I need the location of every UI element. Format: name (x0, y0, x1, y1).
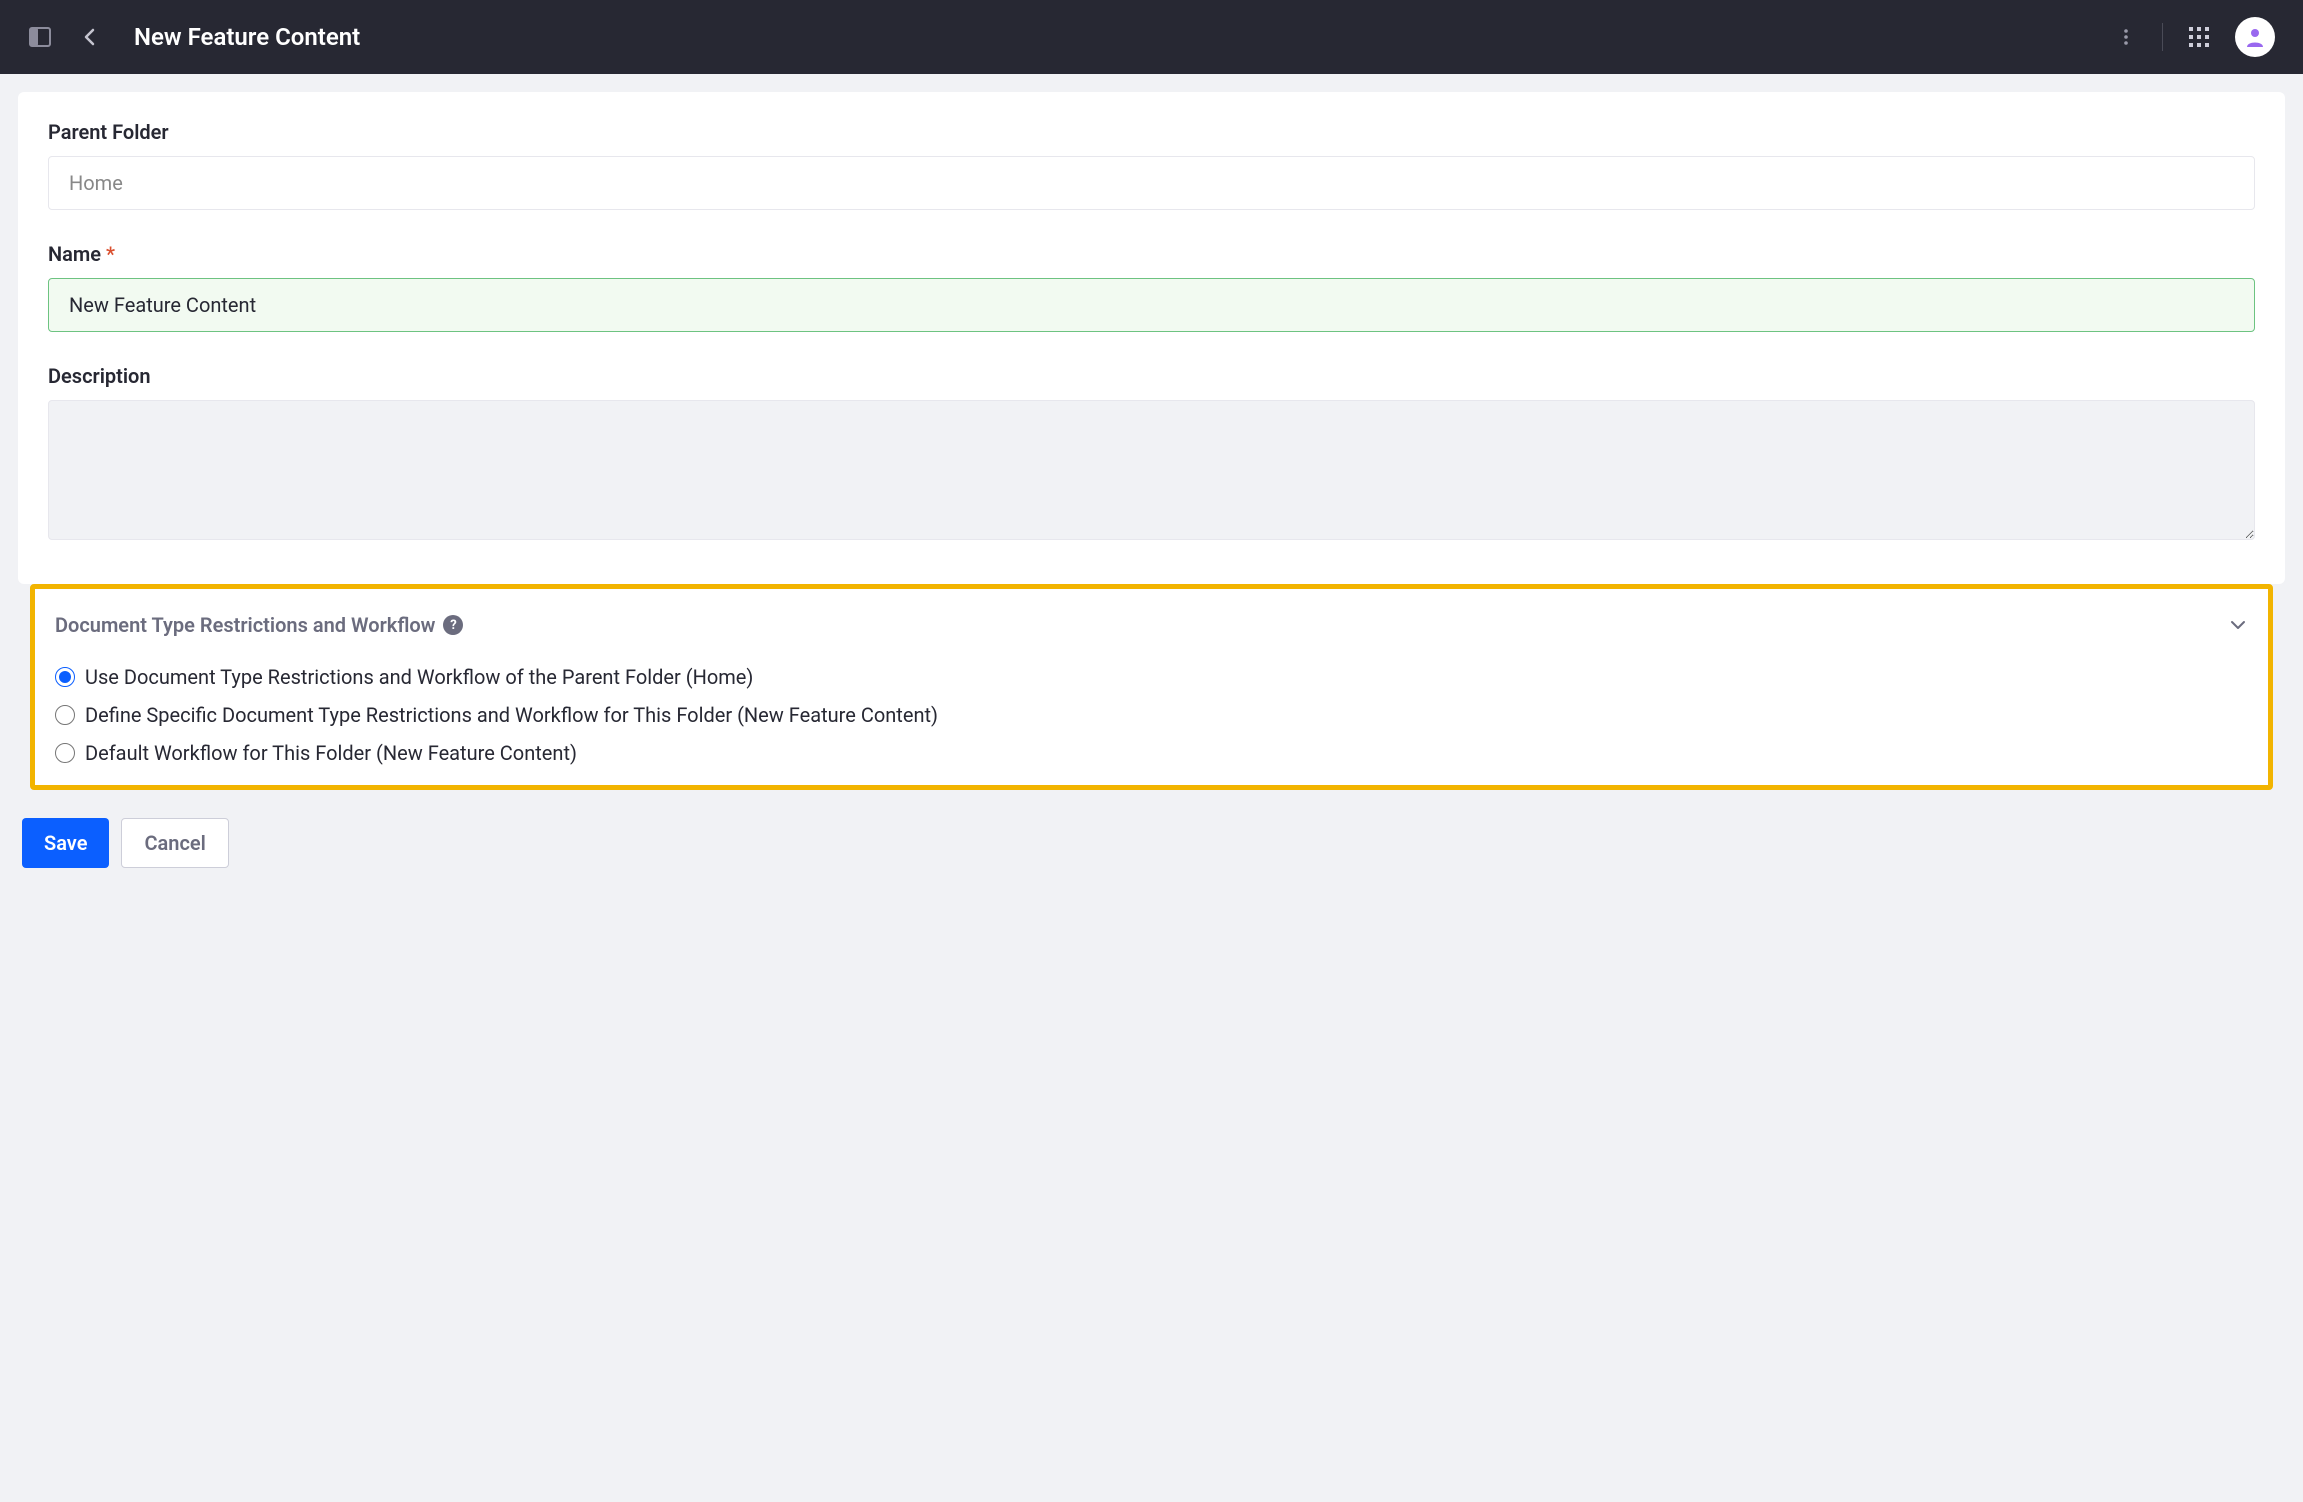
vertical-dots-icon (2116, 27, 2136, 47)
radio-label-parent: Use Document Type Restrictions and Workf… (85, 665, 753, 689)
radio-option-parent[interactable]: Use Document Type Restrictions and Workf… (55, 665, 2248, 689)
content-area: Parent Folder Home Name * Description Do… (0, 74, 2303, 904)
section-title: Document Type Restrictions and Workflow (55, 613, 435, 637)
name-input[interactable] (48, 278, 2255, 332)
required-mark: * (106, 242, 115, 266)
header-divider (2162, 23, 2163, 51)
header-right (2110, 17, 2275, 57)
radio-input-specific[interactable] (55, 705, 75, 725)
description-field: Description (48, 364, 2255, 544)
name-label: Name * (48, 242, 2255, 266)
section-header[interactable]: Document Type Restrictions and Workflow … (55, 613, 2248, 637)
user-icon (2244, 26, 2266, 48)
top-header: New Feature Content (0, 0, 2303, 74)
apps-button[interactable] (2183, 21, 2215, 53)
grid-icon (2188, 26, 2210, 48)
radio-input-parent[interactable] (55, 667, 75, 687)
radio-group: Use Document Type Restrictions and Workf… (55, 665, 2248, 765)
radio-option-specific[interactable]: Define Specific Document Type Restrictio… (55, 703, 2248, 727)
chevron-left-icon (80, 27, 100, 47)
description-input[interactable] (48, 400, 2255, 540)
name-label-text: Name (48, 242, 101, 266)
name-field: Name * (48, 242, 2255, 332)
help-icon[interactable]: ? (443, 615, 463, 635)
parent-folder-field: Parent Folder Home (48, 120, 2255, 210)
parent-folder-label: Parent Folder (48, 120, 2255, 144)
user-avatar[interactable] (2235, 17, 2275, 57)
header-left: New Feature Content (24, 21, 360, 53)
page-title: New Feature Content (134, 23, 360, 51)
more-options-button[interactable] (2110, 21, 2142, 53)
chevron-down-icon (2228, 615, 2248, 635)
description-label: Description (48, 364, 2255, 388)
restrictions-section: Document Type Restrictions and Workflow … (30, 584, 2273, 790)
sidebar-toggle-button[interactable] (24, 21, 56, 53)
radio-label-specific: Define Specific Document Type Restrictio… (85, 703, 938, 727)
radio-option-default[interactable]: Default Workflow for This Folder (New Fe… (55, 741, 2248, 765)
panel-icon (28, 25, 52, 49)
section-title-wrap: Document Type Restrictions and Workflow … (55, 613, 463, 637)
cancel-button[interactable]: Cancel (121, 818, 228, 868)
form-card: Parent Folder Home Name * Description (18, 92, 2285, 584)
radio-label-default: Default Workflow for This Folder (New Fe… (85, 741, 577, 765)
back-button[interactable] (74, 21, 106, 53)
button-row: Save Cancel (18, 790, 2285, 886)
parent-folder-value[interactable]: Home (48, 156, 2255, 210)
save-button[interactable]: Save (22, 818, 109, 868)
radio-input-default[interactable] (55, 743, 75, 763)
